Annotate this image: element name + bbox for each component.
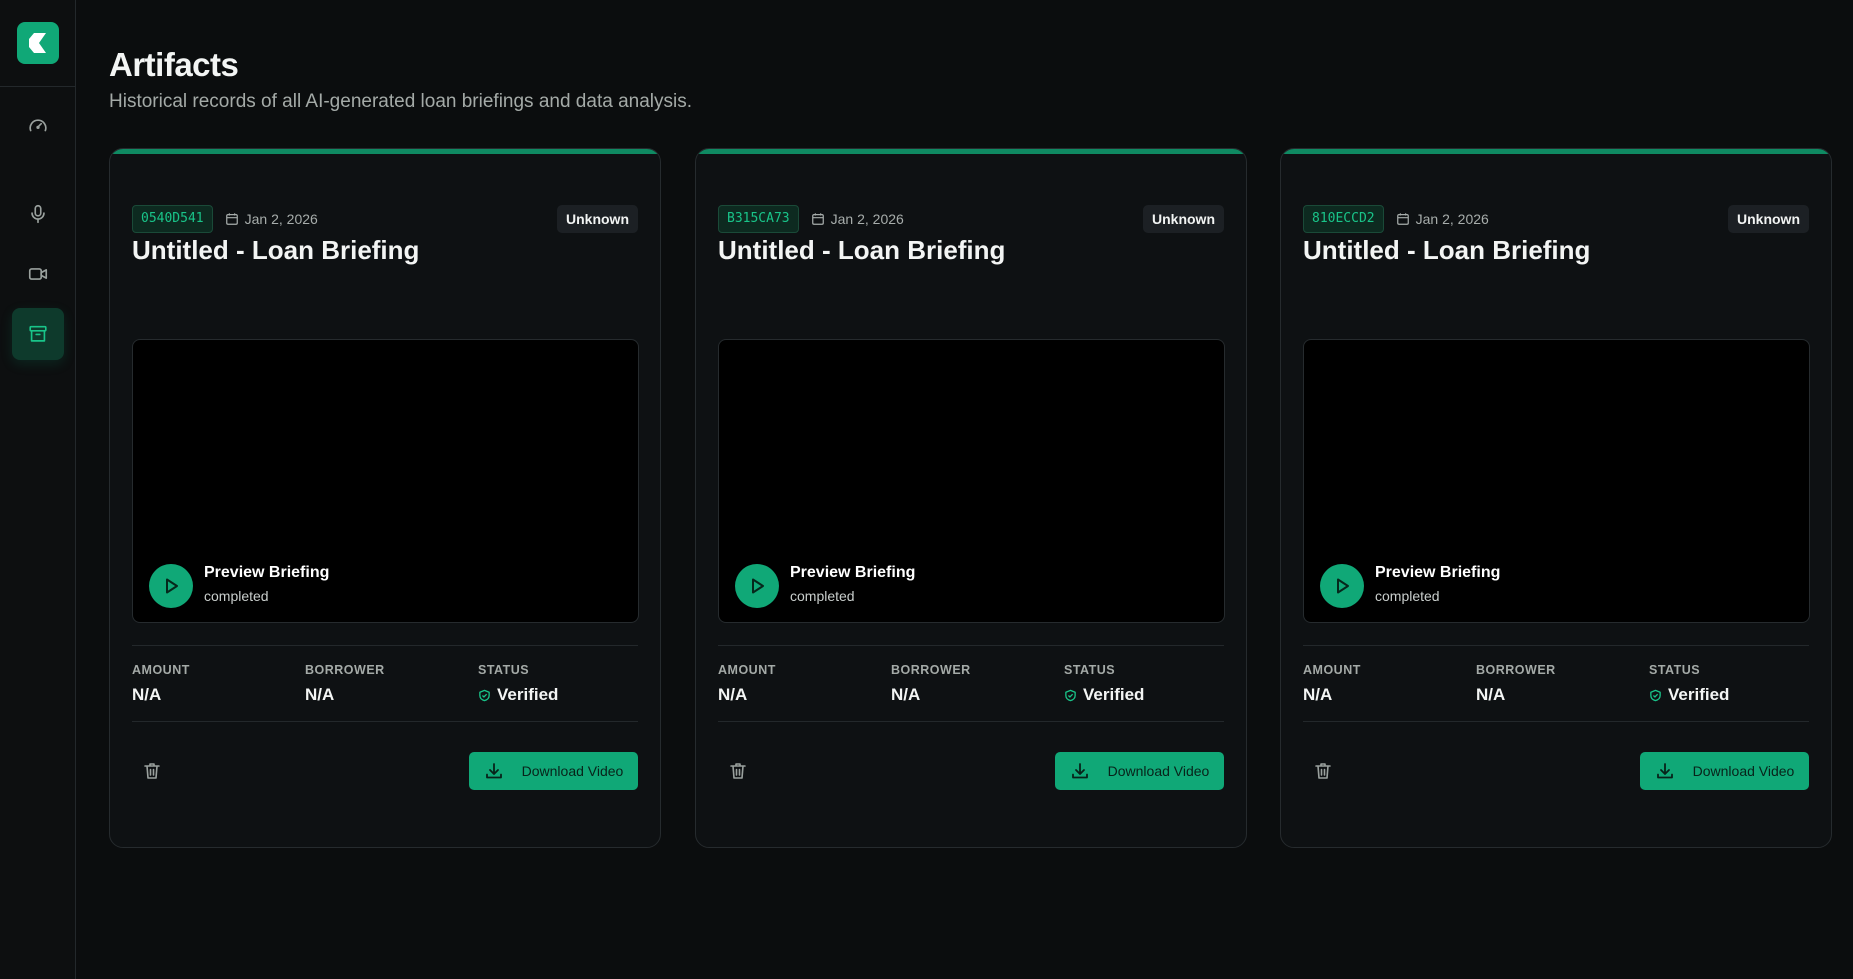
download-video-button[interactable]: Download Video [1640,752,1809,790]
amount-value: N/A [718,685,748,704]
date: Jan 2, 2026 [225,211,318,227]
preview-title: Preview Briefing [790,564,916,581]
play-icon [166,578,178,594]
archive-icon [29,325,47,342]
borrower-label: BORROWER [305,663,385,677]
preview-status: completed [204,588,269,604]
download-icon [485,763,502,779]
page-title: Artifacts [109,46,239,83]
divider [1303,645,1809,646]
calendar-icon [1396,213,1409,225]
trash-icon [144,763,160,779]
date: Jan 2, 2026 [811,211,904,227]
divider [132,645,638,646]
download-icon [1071,763,1088,779]
preview-status: completed [790,588,855,604]
date-text: Jan 2, 2026 [244,211,318,227]
download-label: Download Video [1692,763,1795,779]
card-meta: 0540D541 Jan 2, 2026 Unknown [132,205,638,233]
trash-icon [1315,763,1331,779]
status-value: Verified [478,685,558,705]
sidebar [0,0,76,979]
trash-icon [730,763,746,779]
video-preview[interactable]: Preview Briefing completed [1303,339,1810,623]
preview-title: Preview Briefing [204,564,330,581]
artifact-card: 810ECCD2 Jan 2, 2026 Unknown Untitled - … [1280,148,1832,848]
status-value: Verified [1649,685,1729,705]
shield-check-icon [479,689,490,701]
card-meta: 810ECCD2 Jan 2, 2026 Unknown [1303,205,1809,233]
download-label: Download Video [521,763,624,779]
date-text: Jan 2, 2026 [830,211,904,227]
app-logo[interactable] [17,22,59,64]
preview-title: Preview Briefing [1375,564,1501,581]
type-badge: Unknown [1728,205,1809,233]
delete-button[interactable] [1309,757,1337,785]
date: Jan 2, 2026 [1396,211,1489,227]
divider [132,721,638,722]
status-label: STATUS [1064,663,1116,677]
page-subtitle: Historical records of all AI-generated l… [109,91,692,112]
nav-artifacts[interactable] [12,308,64,360]
artifact-id-badge: 810ECCD2 [1303,205,1384,233]
logo-icon [29,33,46,53]
play-button[interactable] [149,564,193,608]
play-icon [1337,578,1349,594]
divider [718,721,1224,722]
download-label: Download Video [1107,763,1210,779]
divider [718,645,1224,646]
sidebar-divider [0,86,76,87]
play-button[interactable] [735,564,779,608]
card-meta: B315CA73 Jan 2, 2026 Unknown [718,205,1224,233]
video-preview[interactable]: Preview Briefing completed [132,339,639,623]
nav-voice[interactable] [12,188,64,240]
status-text: Verified [497,685,559,704]
borrower-value: N/A [891,685,921,704]
delete-button[interactable] [138,757,166,785]
borrower-label: BORROWER [1476,663,1556,677]
amount-value: N/A [132,685,162,704]
status-label: STATUS [1649,663,1701,677]
calendar-icon [811,213,824,225]
preview-status: completed [1375,588,1440,604]
nav-dashboard[interactable] [12,100,64,152]
microphone-icon [31,204,45,224]
borrower-value: N/A [1476,685,1506,704]
status-value: Verified [1064,685,1144,705]
download-video-button[interactable]: Download Video [1055,752,1224,790]
type-badge: Unknown [557,205,638,233]
amount-label: AMOUNT [718,663,776,677]
artifact-id-badge: 0540D541 [132,205,213,233]
divider [1303,721,1809,722]
shield-check-icon [1065,689,1076,701]
download-video-button[interactable]: Download Video [469,752,638,790]
video-camera-icon [28,268,48,280]
calendar-icon [225,213,238,225]
card-title: Untitled - Loan Briefing [718,235,1006,265]
play-button[interactable] [1320,564,1364,608]
type-badge: Unknown [1143,205,1224,233]
card-title: Untitled - Loan Briefing [132,235,420,265]
artifact-card: 0540D541 Jan 2, 2026 Unknown Untitled - … [109,148,661,848]
amount-value: N/A [1303,685,1333,704]
card-title: Untitled - Loan Briefing [1303,235,1591,265]
main-content: Artifacts Historical records of all AI-g… [76,0,1853,979]
status-label: STATUS [478,663,530,677]
play-icon [752,578,764,594]
shield-check-icon [1650,689,1661,701]
status-text: Verified [1668,685,1730,704]
gauge-icon [29,119,47,132]
download-icon [1656,763,1673,779]
borrower-label: BORROWER [891,663,971,677]
artifact-card: B315CA73 Jan 2, 2026 Unknown Untitled - … [695,148,1247,848]
video-preview[interactable]: Preview Briefing completed [718,339,1225,623]
borrower-value: N/A [305,685,335,704]
amount-label: AMOUNT [1303,663,1361,677]
nav-video[interactable] [12,248,64,300]
amount-label: AMOUNT [132,663,190,677]
artifact-id-badge: B315CA73 [718,205,799,233]
date-text: Jan 2, 2026 [1415,211,1489,227]
delete-button[interactable] [724,757,752,785]
status-text: Verified [1083,685,1145,704]
